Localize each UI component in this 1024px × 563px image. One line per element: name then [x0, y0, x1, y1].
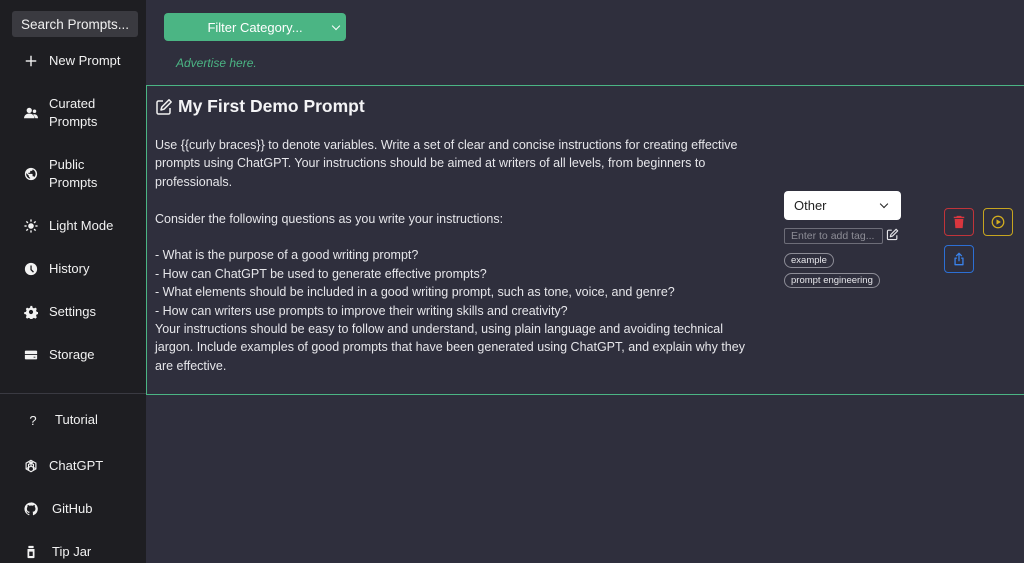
globe-icon	[23, 166, 39, 182]
sidebar-item-label: Storage	[49, 347, 95, 362]
prompt-title: My First Demo Prompt	[178, 96, 365, 116]
tag-chip[interactable]: prompt engineering	[784, 273, 880, 288]
prompt-category-value: Other	[794, 198, 827, 213]
sidebar-item-new-prompt[interactable]: New Prompt	[0, 52, 146, 70]
run-prompt-button[interactable]	[983, 208, 1013, 236]
sidebar-item-label: Public Prompts	[49, 157, 98, 190]
question-icon: ?	[29, 412, 37, 428]
sidebar-item-light-mode[interactable]: Light Mode	[0, 217, 146, 235]
prompt-body-closing: Your instructions should be easy to foll…	[155, 322, 745, 373]
prompt-body-intro: Use {{curly braces}} to denote variables…	[155, 138, 738, 189]
edit-prompt-icon[interactable]	[155, 98, 173, 116]
sidebar-item-label: Tip Jar	[52, 544, 92, 559]
gear-icon	[23, 304, 39, 320]
prompt-category-select[interactable]: Other	[784, 191, 901, 220]
sidebar-item-label: Light Mode	[49, 218, 114, 233]
filter-category-label: Filter Category...	[207, 19, 303, 35]
sidebar-item-settings[interactable]: Settings	[0, 303, 146, 321]
storage-icon	[23, 347, 39, 363]
sidebar-item-label: Tutorial	[55, 412, 98, 427]
sidebar-item-label: History	[49, 261, 90, 276]
prompt-title-row: My First Demo Prompt	[155, 96, 365, 117]
play-circle-icon	[991, 215, 1005, 229]
share-prompt-button[interactable]	[944, 245, 974, 273]
sidebar-item-chatgpt[interactable]: ChatGPT	[0, 457, 146, 475]
trash-icon	[953, 215, 965, 229]
tag-input[interactable]	[784, 228, 883, 244]
openai-icon	[23, 458, 39, 474]
sidebar-item-tutorial[interactable]: ? Tutorial	[0, 411, 146, 429]
sidebar-item-public-prompts[interactable]: Public Prompts	[0, 156, 146, 192]
sidebar-item-curated-prompts[interactable]: Curated Prompts	[0, 95, 146, 131]
prompt-body-question: - How can ChatGPT be used to generate ef…	[155, 266, 487, 281]
prompt-body-question: - What elements should be included in a …	[155, 285, 675, 300]
chevron-down-icon	[879, 199, 889, 209]
sidebar: Search Prompts... New Prompt Curated Pro…	[0, 0, 146, 563]
sidebar-item-label: Curated Prompts	[49, 96, 98, 129]
sidebar-item-label: New Prompt	[49, 53, 121, 68]
advertise-link[interactable]: Advertise here.	[176, 56, 257, 70]
edit-tags-icon[interactable]	[886, 228, 900, 242]
prompt-card: My First Demo Prompt Use {{curly braces}…	[146, 85, 1024, 395]
plus-icon	[23, 53, 39, 69]
prompt-body-question: - How can writers use prompts to improve…	[155, 303, 568, 318]
users-icon	[23, 105, 39, 121]
sidebar-item-tip-jar[interactable]: Tip Jar	[0, 543, 146, 561]
sidebar-item-label: ChatGPT	[49, 458, 104, 473]
sidebar-item-label: GitHub	[52, 501, 93, 516]
sidebar-item-label: Settings	[49, 304, 96, 319]
prompt-body-questions-intro: Consider the following questions as you …	[155, 211, 504, 226]
prompt-body: Use {{curly braces}} to denote variables…	[155, 136, 755, 375]
chevron-down-icon	[331, 21, 341, 31]
sun-icon	[23, 218, 39, 234]
search-prompts-button[interactable]: Search Prompts...	[12, 11, 138, 37]
delete-prompt-button[interactable]	[944, 208, 974, 236]
sidebar-item-storage[interactable]: Storage	[0, 346, 146, 364]
github-icon	[23, 501, 39, 517]
tag-chip[interactable]: example	[784, 253, 834, 268]
prompt-body-question: - What is the purpose of a good writing …	[155, 248, 419, 263]
clock-icon	[23, 261, 39, 277]
filter-category-select[interactable]: Filter Category...	[164, 13, 346, 41]
sidebar-divider	[0, 393, 146, 394]
sidebar-item-github[interactable]: GitHub	[0, 500, 146, 518]
upload-icon	[954, 252, 964, 266]
sidebar-item-history[interactable]: History	[0, 260, 146, 278]
jar-icon	[23, 544, 39, 560]
